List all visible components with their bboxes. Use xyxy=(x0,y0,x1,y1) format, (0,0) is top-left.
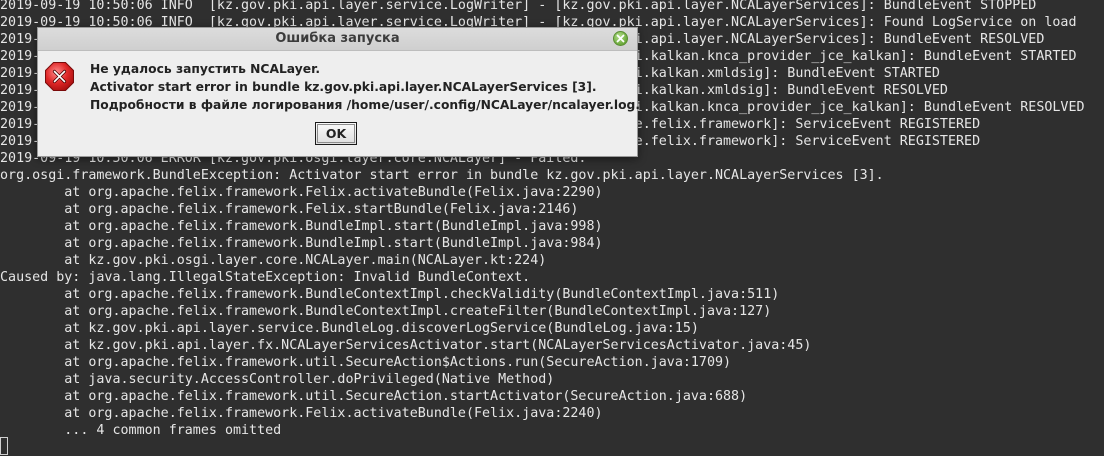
terminal-line: at kz.gov.pki.osgi.layer.core.NCALayer.m… xyxy=(0,253,547,268)
terminal-line: ... 4 common frames omitted xyxy=(0,423,282,438)
close-icon[interactable] xyxy=(613,31,628,46)
terminal-cursor xyxy=(0,437,8,455)
terminal-line: org.osgi.framework.BundleException: Acti… xyxy=(0,168,884,183)
terminal-line: at org.apache.felix.framework.BundleImpl… xyxy=(0,219,603,234)
message-line: Не удалось запустить NCALayer. xyxy=(90,62,321,76)
ok-button[interactable]: OK xyxy=(315,122,357,145)
terminal-line: at org.apache.felix.framework.BundleCont… xyxy=(0,287,780,302)
terminal-line: at org.apache.felix.framework.BundleImpl… xyxy=(0,236,603,251)
dialog-titlebar[interactable]: Ошибка запуска xyxy=(38,28,637,51)
message-line: Подробности в файле логирования /home/us… xyxy=(90,98,641,112)
error-icon xyxy=(44,61,75,92)
terminal-line: at org.apache.felix.framework.Felix.acti… xyxy=(0,185,603,200)
error-dialog: Ошибка запуска Не удалось запустить NCAL… xyxy=(37,27,641,157)
terminal-line: at org.apache.felix.framework.Felix.star… xyxy=(0,202,579,217)
message-line: Activator start error in bundle kz.gov.p… xyxy=(90,80,597,94)
terminal-line: Caused by: java.lang.IllegalStateExcepti… xyxy=(0,270,531,285)
terminal-line: at kz.gov.pki.api.layer.service.BundleLo… xyxy=(0,321,699,336)
terminal-line: at java.security.AccessController.doPriv… xyxy=(0,372,555,387)
terminal-line: at kz.gov.pki.api.layer.fx.NCALayerServi… xyxy=(0,338,812,353)
terminal-line: 2019-09-19 10:50:06 INFO [kz.gov.pki.api… xyxy=(0,0,1037,13)
dialog-title: Ошибка запуска xyxy=(275,31,400,46)
terminal-line: at org.apache.felix.framework.BundleCont… xyxy=(0,304,772,319)
terminal-line: at org.apache.felix.framework.util.Secur… xyxy=(0,355,732,370)
terminal-line: at org.apache.felix.framework.Felix.acti… xyxy=(0,406,603,421)
terminal-line: at org.apache.felix.framework.util.Secur… xyxy=(0,389,748,404)
dialog-message: Не удалось запустить NCALayer. Activator… xyxy=(90,60,641,114)
